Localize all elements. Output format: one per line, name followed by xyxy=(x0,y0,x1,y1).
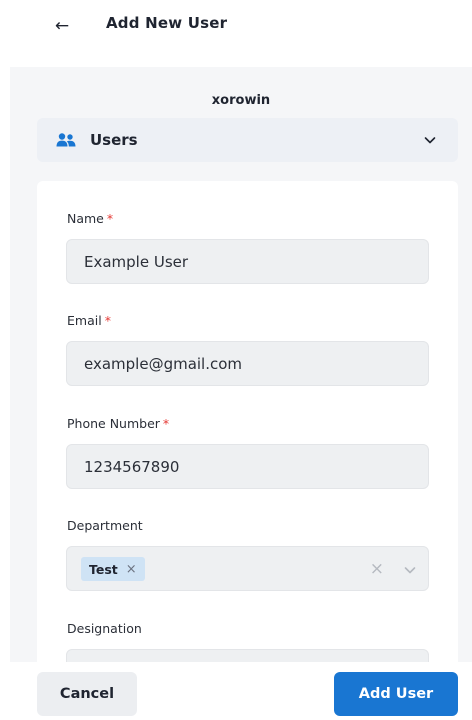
required-asterisk: * xyxy=(104,313,111,328)
module-dropdown-label: Users xyxy=(90,131,138,149)
form-panel: xorowin Users Name * Example User Email * xyxy=(10,67,472,694)
department-tag-label: Test xyxy=(89,561,118,577)
required-asterisk: * xyxy=(162,416,170,431)
phone-input[interactable]: 1234567890 xyxy=(66,444,429,489)
email-field-label: Email * xyxy=(67,313,111,328)
module-dropdown[interactable]: Users xyxy=(37,118,458,162)
phone-label-text: Phone Number xyxy=(67,416,160,431)
clear-selection-icon[interactable]: × xyxy=(370,559,384,579)
email-input[interactable]: example@gmail.com xyxy=(66,341,429,386)
name-field-label: Name * xyxy=(67,211,113,226)
users-group-icon xyxy=(56,133,76,147)
tag-remove-icon[interactable]: × xyxy=(126,562,137,577)
user-form-card: Name * Example User Email * example@gmail.… xyxy=(37,181,458,694)
phone-field-label: Phone Number * xyxy=(67,416,169,431)
page-header: ← Add New User xyxy=(0,0,472,56)
designation-field-label: Designation xyxy=(67,621,142,636)
designation-label-text: Designation xyxy=(67,621,142,636)
email-label-text: Email xyxy=(67,313,102,328)
add-user-button[interactable]: Add User xyxy=(334,672,458,716)
organization-name: xorowin xyxy=(211,93,271,108)
chevron-down-icon xyxy=(424,137,436,144)
chevron-down-icon[interactable] xyxy=(404,565,416,575)
form-footer: Cancel Add User xyxy=(0,662,472,720)
back-arrow-icon[interactable]: ← xyxy=(52,14,72,38)
department-tag: Test × xyxy=(81,557,145,581)
page-title: Add New User xyxy=(106,14,228,32)
department-label-text: Department xyxy=(67,518,143,533)
department-field-label: Department xyxy=(67,518,143,533)
name-input[interactable]: Example User xyxy=(66,239,429,284)
cancel-button[interactable]: Cancel xyxy=(37,672,137,716)
name-label-text: Name xyxy=(67,211,104,226)
add-user-page: ← Add New User xorowin Users Name * Examp… xyxy=(0,0,472,720)
department-multiselect[interactable]: Test × × xyxy=(66,546,429,591)
required-asterisk: * xyxy=(106,211,114,226)
